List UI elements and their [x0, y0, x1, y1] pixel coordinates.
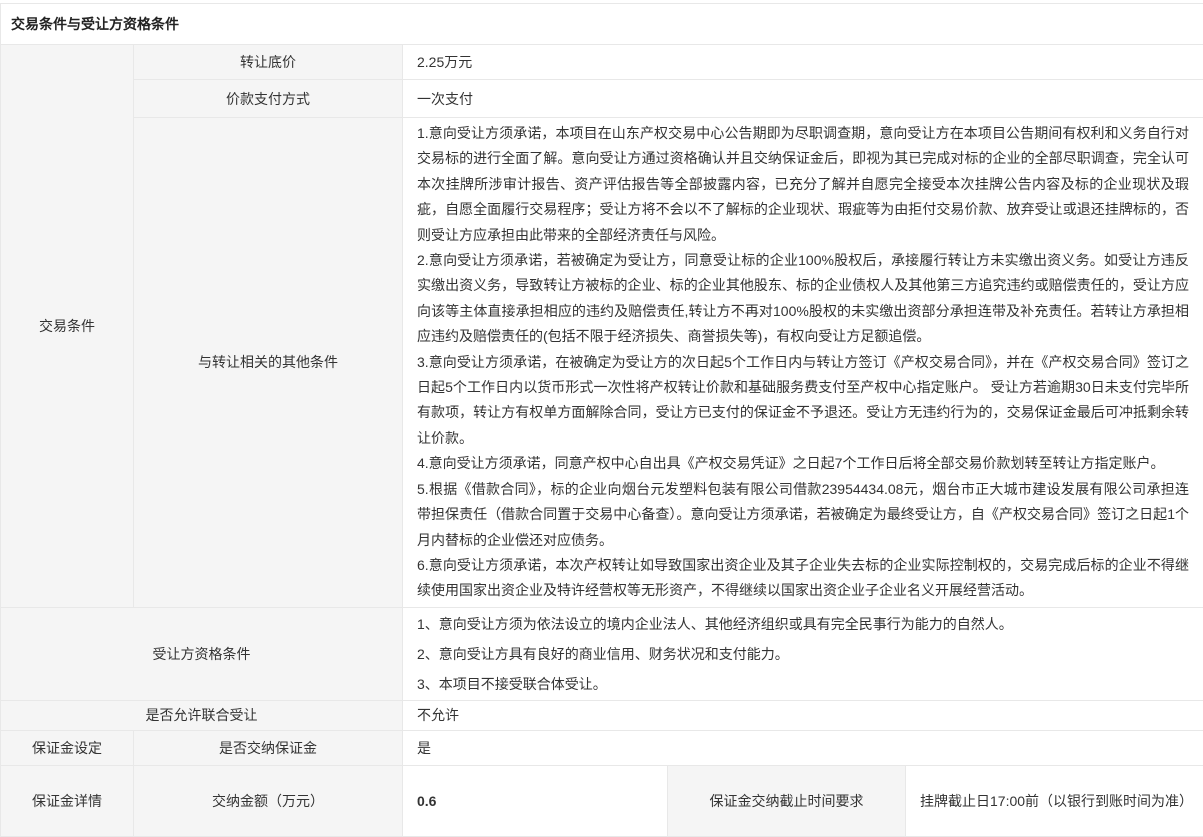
row-joint-transfer: 是否允许联合受让 不允许: [1, 700, 1203, 730]
deposit-setting-group-label: 保证金设定: [1, 730, 134, 765]
row-transfer-price: 交易条件 转让底价 2.25万元: [1, 45, 1203, 80]
deposit-amount-label: 交纳金额（万元）: [134, 765, 403, 836]
paragraph: 3、本项目不接受联合体受让。: [417, 669, 1189, 699]
paragraph: 1、意向受让方须为依法设立的境内企业法人、其他经济组织或具有完全民事行为能力的自…: [417, 609, 1189, 639]
section-title-row: 交易条件与受让方资格条件: [1, 4, 1203, 45]
paragraph: 4.意向受让方须承诺，同意产权中心自出具《产权交易凭证》之日起7个工作日后将全部…: [417, 451, 1189, 476]
deposit-details-group-label: 保证金详情: [1, 765, 134, 836]
deposit-required-label: 是否交纳保证金: [134, 730, 403, 765]
deposit-deadline-label: 保证金交纳截止时间要求: [668, 765, 906, 836]
paragraph: 2.意向受让方须承诺，若被确定为受让方，同意受让标的企业100%股权后，承接履行…: [417, 248, 1189, 350]
conditions-table: 交易条件与受让方资格条件 交易条件 转让底价 2.25万元 价款支付方式 一次支…: [0, 3, 1203, 837]
transfer-price-label: 转让底价: [134, 45, 403, 80]
paragraph: 3.意向受让方须承诺，在被确定为受让方的次日起5个工作日内与转让方签订《产权交易…: [417, 350, 1189, 452]
paragraph: 6.意向受让方须承诺，本次产权转让如导致国家出资企业及其子企业失去标的企业实际控…: [417, 553, 1189, 604]
deposit-required-value: 是: [403, 730, 1203, 765]
qualification-items: 1、意向受让方须为依法设立的境内企业法人、其他经济组织或具有完全民事行为能力的自…: [403, 607, 1203, 700]
other-conditions-label: 与转让相关的其他条件: [134, 118, 403, 608]
row-other-conditions: 与转让相关的其他条件 1.意向受让方须承诺，本项目在山东产权交易中心公告期即为尽…: [1, 118, 1203, 608]
row-qualification: 受让方资格条件 1、意向受让方须为依法设立的境内企业法人、其他经济组织或具有完全…: [1, 607, 1203, 700]
joint-transfer-label: 是否允许联合受让: [1, 700, 403, 730]
payment-method-value: 一次支付: [403, 80, 1203, 118]
row-payment-method: 价款支付方式 一次支付: [1, 80, 1203, 118]
row-deposit-setting: 保证金设定 是否交纳保证金 是: [1, 730, 1203, 765]
paragraph: 5.根据《借款合同》，标的企业向烟台元发塑料包装有限公司借款23954434.0…: [417, 477, 1189, 553]
paragraph: 2、意向受让方具有良好的商业信用、财务状况和支付能力。: [417, 639, 1189, 669]
transaction-conditions-group-label: 交易条件: [1, 45, 134, 608]
payment-method-label: 价款支付方式: [134, 80, 403, 118]
other-conditions-text: 1.意向受让方须承诺，本项目在山东产权交易中心公告期即为尽职调查期，意向受让方在…: [403, 118, 1203, 608]
joint-transfer-value: 不允许: [403, 700, 1203, 730]
paragraph: 1.意向受让方须承诺，本项目在山东产权交易中心公告期即为尽职调查期，意向受让方在…: [417, 121, 1189, 248]
page-title: 交易条件与受让方资格条件: [1, 4, 1203, 45]
deposit-amount-value: 0.6: [403, 765, 668, 836]
transfer-price-value: 2.25万元: [403, 45, 1203, 80]
deposit-deadline-value: 挂牌截止日17:00前（以银行到账时间为准）: [906, 765, 1203, 836]
qualification-label: 受让方资格条件: [1, 607, 403, 700]
row-deposit-details: 保证金详情 交纳金额（万元） 0.6 保证金交纳截止时间要求 挂牌截止日17:0…: [1, 765, 1203, 836]
